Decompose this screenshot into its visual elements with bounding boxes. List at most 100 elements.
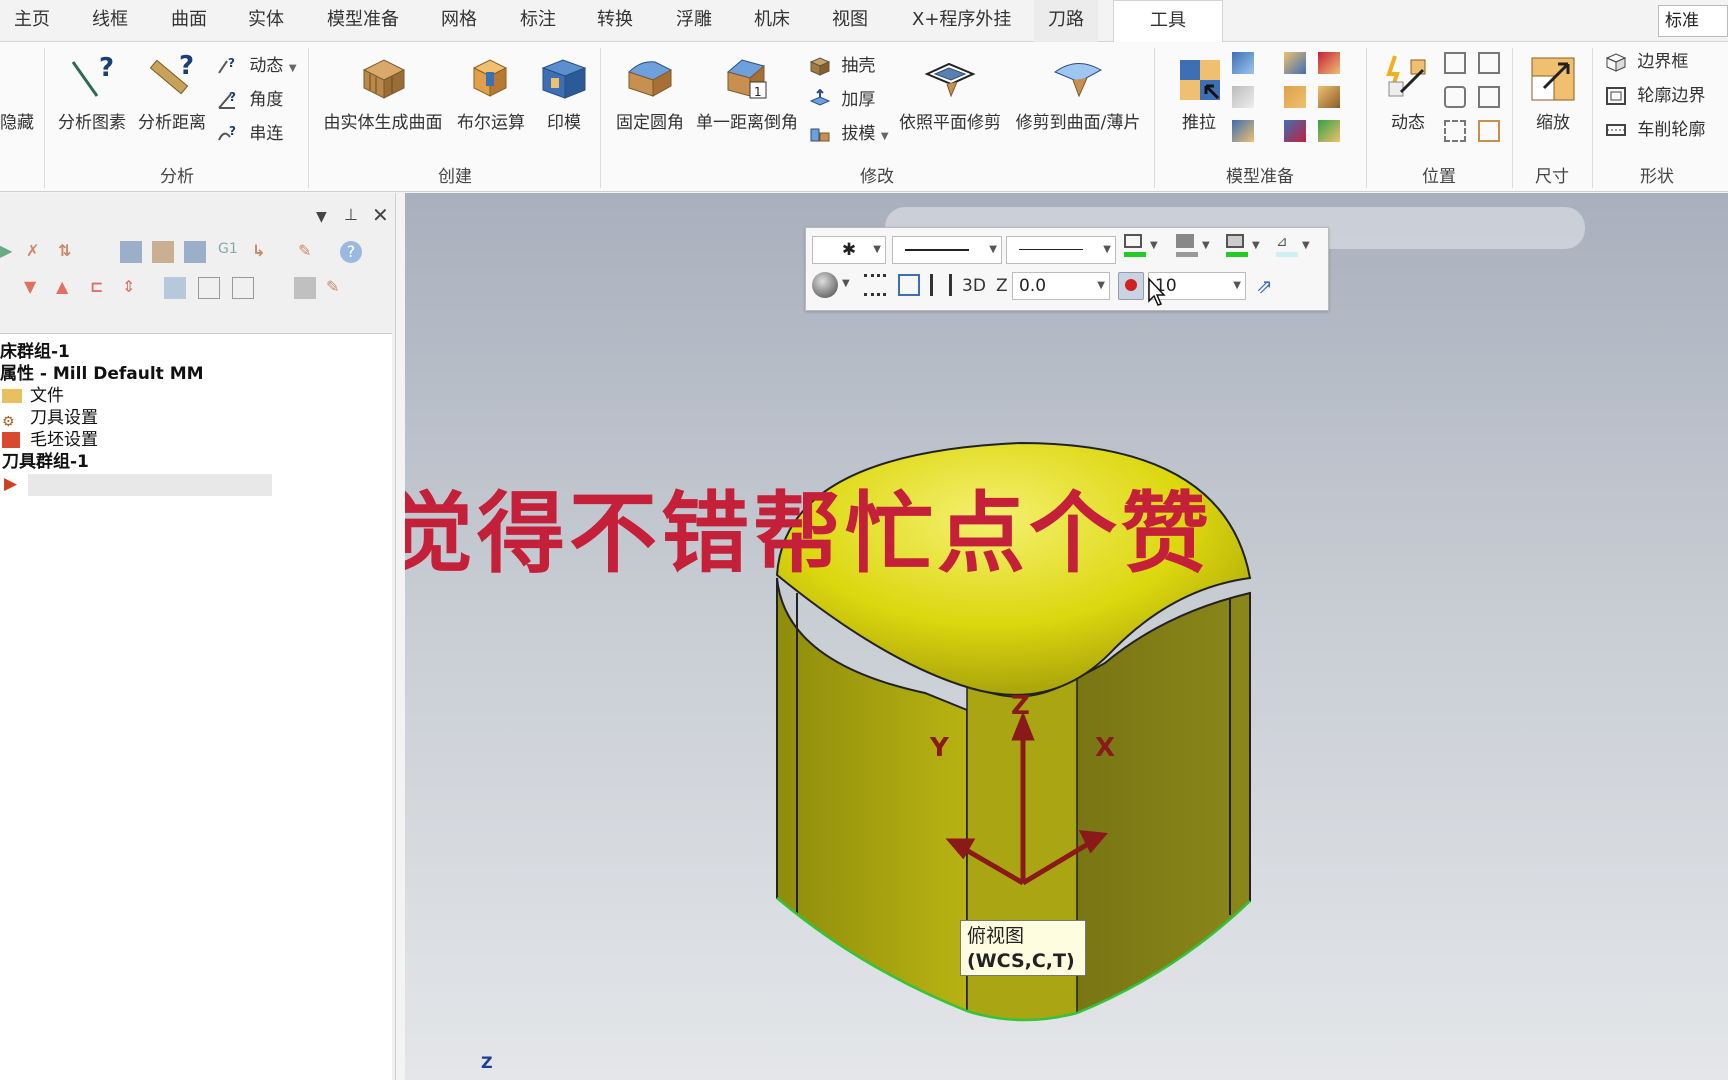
chain-button[interactable]: ? 串连 <box>216 120 283 148</box>
tree-stock-settings[interactable]: 毛坯设置 <box>2 428 98 452</box>
select-failed-icon[interactable]: ⇅ <box>58 241 80 263</box>
bounding-box-button[interactable]: 边界框 <box>1604 48 1688 76</box>
tab-machine[interactable]: 机床 <box>754 0 790 42</box>
tab-view[interactable]: 视图 <box>832 0 868 42</box>
remove-fillet-icon[interactable] <box>1284 86 1306 108</box>
tab-tools[interactable]: 工具 <box>1113 0 1223 43</box>
boolean-button[interactable]: 布尔运算 <box>452 52 530 133</box>
surface-color-button[interactable] <box>1226 234 1250 260</box>
align-icon[interactable] <box>1444 120 1466 142</box>
trim-to-plane-button[interactable]: 依照平面修剪 <box>894 52 1006 133</box>
thicken-button[interactable]: 加厚 <box>808 86 875 114</box>
regenerate-icon[interactable] <box>120 241 142 263</box>
rotate-icon[interactable] <box>1444 86 1466 108</box>
panel-menu-icon[interactable]: ▼ <box>316 209 327 225</box>
post-icon[interactable]: ↳ <box>252 241 274 263</box>
tab-x-plugin[interactable]: X+程序外挂 <box>912 0 1011 42</box>
trim-to-surface-button[interactable]: 修剪到曲面/薄片 <box>1010 52 1146 133</box>
simplify-icon[interactable] <box>1232 120 1254 142</box>
move-down-icon[interactable]: ▼ <box>24 277 46 299</box>
mirror-icon[interactable] <box>1478 86 1500 108</box>
tab-mesh[interactable]: 网格 <box>441 0 477 42</box>
spacing-icon[interactable] <box>930 274 952 296</box>
silhouette-button[interactable]: 轮廓边界 <box>1604 82 1705 110</box>
chevron-down-icon[interactable]: ▼ <box>1302 240 1310 251</box>
display-options-icon[interactable] <box>232 277 254 299</box>
line-style-select[interactable]: ▼ <box>892 236 1002 264</box>
project-icon[interactable] <box>1478 120 1500 142</box>
deselect-icon[interactable]: ✗ <box>26 241 48 263</box>
backplot-icon[interactable] <box>294 277 316 299</box>
chevron-down-icon[interactable]: ▼ <box>842 278 850 289</box>
tab-home[interactable]: 主页 <box>14 0 50 42</box>
turn-profile-button[interactable]: 车削轮廓 <box>1604 116 1705 144</box>
tab-relief[interactable]: 浮雕 <box>676 0 712 42</box>
push-pull-button[interactable]: 推拉 <box>1168 52 1230 133</box>
fixed-fillet-button[interactable]: 固定圆角 <box>612 52 688 133</box>
analyze-distance-button[interactable]: ? 分析距离 <box>136 52 208 133</box>
group-icon[interactable] <box>198 277 220 299</box>
insert-arrow-icon[interactable]: ▶ <box>4 472 17 496</box>
split-face-icon[interactable] <box>1232 86 1254 108</box>
surface-from-solid-button[interactable]: 由实体生成曲面 <box>320 52 446 133</box>
dimension-color-button[interactable]: ⊿ <box>1276 234 1300 260</box>
remove-face-icon[interactable] <box>1284 120 1306 142</box>
expand-external-icon[interactable]: ⇗ <box>1256 274 1273 298</box>
tab-toolpaths[interactable]: 刀路 <box>1034 0 1098 42</box>
translate-icon[interactable] <box>1444 52 1466 74</box>
stack-icon[interactable] <box>1318 120 1340 142</box>
dynamic-position-button[interactable]: 动态 <box>1378 52 1438 133</box>
move-to-origin-icon[interactable] <box>1478 52 1500 74</box>
expand-collapse-icon[interactable]: ⇕ <box>122 277 144 299</box>
tab-surfaces[interactable]: 曲面 <box>171 0 207 42</box>
shell-button[interactable]: 抽壳 <box>808 52 875 80</box>
imprint-button[interactable]: 印模 <box>536 52 592 133</box>
dynamic-analyze-button[interactable]: ? 动态 ▼ <box>216 52 297 80</box>
chevron-down-icon[interactable]: ▼ <box>1202 240 1210 251</box>
analyze-entity-button[interactable]: ? 分析图素 <box>56 52 128 133</box>
material-sphere-icon[interactable] <box>812 272 838 298</box>
regenerate-dirty-icon[interactable] <box>152 241 174 263</box>
wireframe-color-button[interactable] <box>1124 234 1148 260</box>
tree-tool-settings[interactable]: ⚙ 刀具设置 <box>2 406 98 430</box>
tab-model-prep[interactable]: 模型准备 <box>327 0 399 42</box>
undo-history-icon[interactable] <box>1318 52 1340 74</box>
style-select[interactable]: 标准 <box>1658 5 1728 37</box>
select-toolpath-icon[interactable] <box>164 277 186 299</box>
levels-icon[interactable] <box>864 274 886 296</box>
solid-color-button[interactable] <box>1176 234 1200 260</box>
z-depth-input[interactable]: 0.0 ▼ <box>1012 272 1110 300</box>
graphics-viewport[interactable]: Z X Y ✱ ▼ ▼ ▼ ⊿ ▼ ▼ ▼ ▼ ▼ 3D Z 0.0 ▼ 10 … <box>405 193 1728 1080</box>
mode-3d-toggle[interactable]: 3D <box>962 276 986 296</box>
tab-transform[interactable]: 转换 <box>597 0 633 42</box>
select-all-icon[interactable]: ▶ <box>0 241 22 263</box>
scale-button[interactable]: 缩放 <box>1522 52 1584 133</box>
chevron-down-icon[interactable]: ▼ <box>1252 240 1260 251</box>
draft-button[interactable]: 拔模 ▼ <box>808 120 889 148</box>
tree-properties[interactable]: 属性 - Mill Default MM <box>0 362 204 386</box>
pin-icon[interactable]: ⊥ <box>344 205 358 224</box>
move-up-icon[interactable]: ▲ <box>56 277 78 299</box>
move-face-icon[interactable] <box>1232 52 1254 74</box>
hide-button[interactable]: 隐藏 <box>0 108 36 133</box>
help-icon[interactable]: ? <box>340 241 362 263</box>
tab-wireframe[interactable]: 线框 <box>92 0 128 42</box>
simulate-icon[interactable] <box>184 241 206 263</box>
solid-layer-icon[interactable] <box>1318 86 1340 108</box>
edit-icon[interactable]: ✎ <box>298 241 320 263</box>
g1-icon[interactable]: G1 <box>218 241 240 263</box>
level-button[interactable] <box>1118 272 1144 300</box>
insert-arrow-icon[interactable]: ⊏ <box>90 277 112 299</box>
close-icon[interactable]: ✕ <box>372 203 389 227</box>
line-width-select[interactable]: ▼ <box>1006 236 1116 264</box>
chamfer-button[interactable]: 1 单一距离倒角 <box>692 52 802 133</box>
tab-solids[interactable]: 实体 <box>248 0 284 42</box>
tab-dimension[interactable]: 标注 <box>520 0 556 42</box>
copy-attributes-icon[interactable] <box>898 274 920 296</box>
point-style-select[interactable]: ✱ ▼ <box>812 236 886 264</box>
chevron-down-icon[interactable]: ▼ <box>1150 240 1158 251</box>
verify-icon[interactable]: ✎ <box>326 277 348 299</box>
tree-files[interactable]: 文件 <box>2 384 64 408</box>
tree-toolpath-group[interactable]: 刀具群组-1 <box>2 450 89 474</box>
angle-button[interactable]: ? 角度 <box>216 86 283 114</box>
